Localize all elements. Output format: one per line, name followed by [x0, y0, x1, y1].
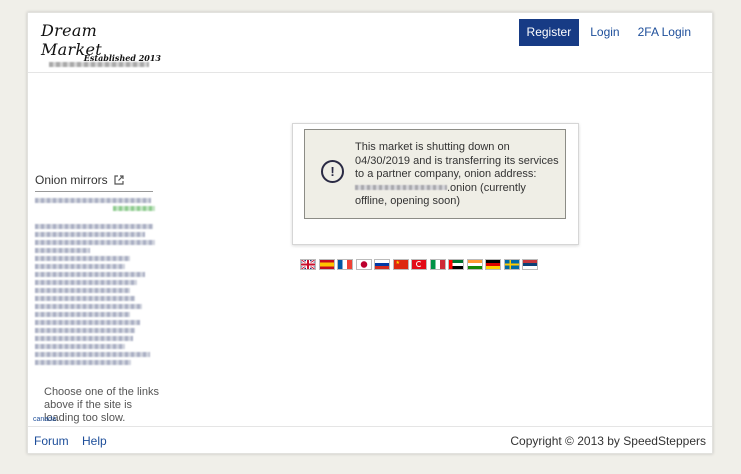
forum-link[interactable]: Forum — [34, 434, 69, 448]
small-link[interactable]: canada — [33, 416, 56, 423]
sidebar: Onion mirrors — [35, 173, 160, 365]
italy-flag-icon[interactable] — [429, 259, 446, 270]
uk-flag-icon[interactable] — [300, 259, 316, 270]
mirror-link[interactable] — [35, 272, 145, 277]
external-link-icon — [114, 175, 124, 185]
mirror-link[interactable] — [35, 198, 151, 203]
mirror-link[interactable] — [35, 280, 137, 285]
mirror-link[interactable] — [35, 248, 90, 253]
notice-card: ! This market is shutting down on 04/30/… — [292, 123, 579, 245]
mirror-link[interactable] — [35, 360, 131, 365]
india-flag-icon[interactable] — [466, 259, 483, 270]
uae-flag-icon[interactable] — [448, 259, 464, 270]
mirror-link[interactable] — [35, 320, 140, 325]
alert-message: This market is shutting down on 04/30/20… — [355, 141, 560, 209]
language-flags: ★ — [300, 259, 538, 270]
exclamation-icon: ! — [321, 160, 344, 183]
france-flag-icon[interactable] — [337, 259, 353, 270]
mirror-link[interactable] — [35, 336, 133, 341]
page-container: Dream Market Established 2013 Register L… — [27, 12, 713, 454]
top-bar: Dream Market Established 2013 Register L… — [28, 13, 712, 73]
turkey-flag-icon[interactable] — [411, 259, 427, 270]
onion-mirrors-label: Onion mirrors — [35, 173, 108, 187]
mirror-link[interactable] — [35, 344, 125, 349]
footer: Forum Help Copyright © 2013 by SpeedStep… — [28, 426, 712, 454]
alert-text-main: This market is shutting down on 04/30/20… — [355, 141, 559, 180]
japan-flag-icon[interactable] — [355, 259, 372, 270]
mirror-link-status — [113, 206, 155, 211]
russia-flag-icon[interactable] — [374, 259, 390, 270]
onion-mirrors-heading[interactable]: Onion mirrors — [35, 173, 153, 192]
serbia-flag-icon[interactable] — [522, 259, 538, 270]
sweden-flag-icon[interactable] — [503, 259, 520, 270]
mirror-link[interactable] — [35, 352, 150, 357]
mirror-links-list — [35, 198, 160, 365]
mirror-link[interactable] — [35, 296, 135, 301]
mirror-link[interactable] — [35, 328, 135, 333]
mirror-link[interactable] — [35, 256, 130, 261]
china-flag-icon[interactable]: ★ — [392, 259, 409, 270]
mirror-link[interactable] — [35, 240, 155, 245]
register-button[interactable]: Register — [518, 19, 580, 46]
germany-flag-icon[interactable] — [485, 259, 501, 270]
twofa-login-link[interactable]: 2FA Login — [629, 19, 700, 46]
top-nav: Register Login 2FA Login — [518, 19, 700, 46]
shutdown-alert: ! This market is shutting down on 04/30/… — [304, 129, 566, 219]
mirror-link[interactable] — [35, 224, 153, 229]
login-link[interactable]: Login — [581, 19, 628, 46]
site-logo[interactable]: Dream Market Established 2013 — [41, 21, 161, 67]
spain-flag-icon[interactable] — [318, 259, 335, 270]
help-link[interactable]: Help — [82, 434, 107, 448]
logo-subtitle: Established 2013 — [83, 53, 161, 63]
copyright-text: Copyright © 2013 by SpeedSteppers — [510, 434, 706, 448]
redacted-address — [355, 185, 447, 191]
address-suffix: .onion — [447, 181, 477, 194]
mirrors-hint: Choose one of the links above if the sit… — [44, 386, 159, 424]
mirror-link[interactable] — [35, 312, 130, 317]
mirror-link[interactable] — [35, 304, 142, 309]
mirror-link[interactable] — [35, 232, 145, 237]
mirror-link[interactable] — [35, 264, 125, 269]
mirror-link[interactable] — [35, 288, 130, 293]
